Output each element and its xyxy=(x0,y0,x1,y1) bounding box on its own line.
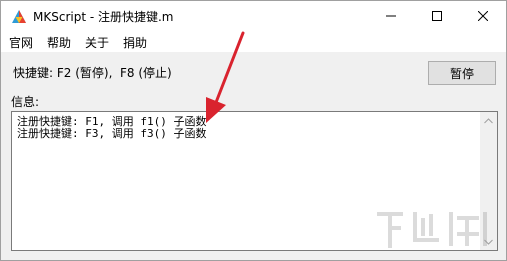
info-label: 信息: xyxy=(11,95,40,109)
menu-item-about[interactable]: 关于 xyxy=(85,34,109,51)
close-icon xyxy=(478,11,488,21)
menu-item-donate[interactable]: 捐助 xyxy=(123,34,147,51)
chevron-up-icon xyxy=(484,117,493,123)
info-line: 注册快捷键: F3, 调用 f3() 子函数 xyxy=(17,127,207,140)
close-button[interactable] xyxy=(460,1,506,31)
minimize-icon xyxy=(386,15,396,17)
info-lines: 注册快捷键: F1, 调用 f1() 子函数 注册快捷键: F3, 调用 f3(… xyxy=(17,116,206,140)
app-logo-icon xyxy=(12,10,26,23)
app-window: MKScript - 注册快捷键.m 官网 帮助 关于 捐助 快捷键: F2 (… xyxy=(0,0,507,261)
maximize-icon xyxy=(432,11,442,21)
minimize-button[interactable] xyxy=(368,1,414,31)
pause-button[interactable]: 暂停 xyxy=(428,61,496,85)
title-bar[interactable]: MKScript - 注册快捷键.m xyxy=(1,1,506,31)
hotkey-label: 快捷键: F2 (暂停), F8 (停止) xyxy=(13,66,172,80)
menu-item-help[interactable]: 帮助 xyxy=(47,34,71,51)
menu-bar: 官网 帮助 关于 捐助 xyxy=(1,31,506,52)
window-title: MKScript - 注册快捷键.m xyxy=(33,10,174,24)
maximize-button[interactable] xyxy=(414,1,460,31)
scroll-up-button[interactable] xyxy=(480,112,497,129)
watermark-logo xyxy=(377,212,487,248)
menu-item-website[interactable]: 官网 xyxy=(9,34,33,51)
